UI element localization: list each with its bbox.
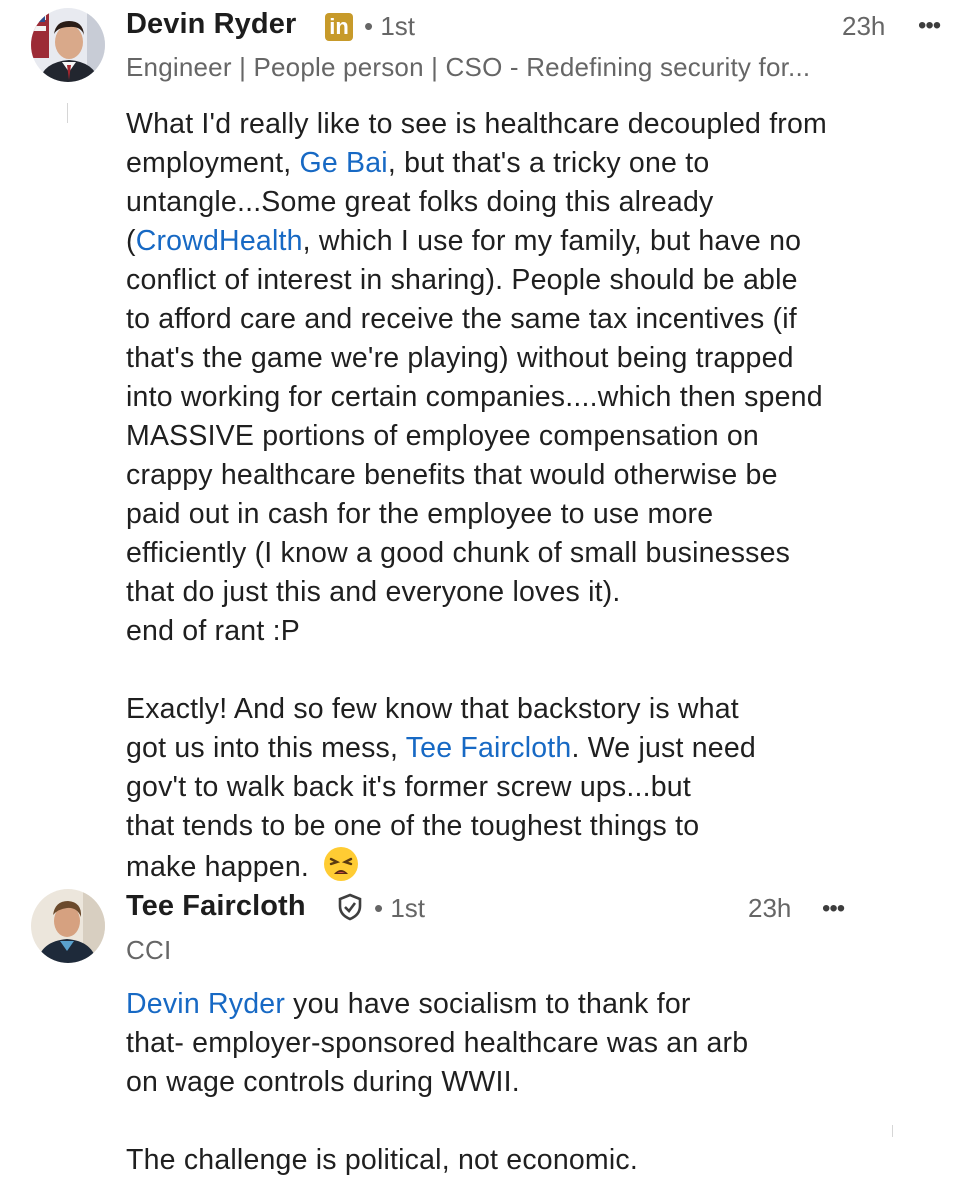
mention-link[interactable]: Tee Faircloth — [406, 732, 572, 764]
body-line: end of rant :P — [126, 612, 827, 651]
body-text: make happen. — [126, 851, 318, 883]
body-line: untangle...Some great folks doing this a… — [126, 183, 827, 222]
body-text: untangle...Some great folks doing this a… — [126, 186, 714, 218]
body-line: conflict of interest in sharing). People… — [126, 261, 827, 300]
body-line: to afford care and receive the same tax … — [126, 300, 827, 339]
body-line: got us into this mess, Tee Faircloth. We… — [126, 729, 827, 768]
body-line: that's the game we're playing) without b… — [126, 339, 827, 378]
thread-line — [67, 103, 68, 123]
body-line: make happen. — [126, 846, 827, 893]
body-text: got us into this mess, — [126, 732, 406, 764]
body-text: end of rant :P — [126, 615, 300, 647]
timestamp: 23h — [842, 11, 886, 41]
body-text: , which I use for my family, but have no — [302, 225, 802, 257]
verified-shield-icon — [337, 893, 363, 921]
body-text: crappy healthcare benefits that would ot… — [126, 459, 778, 491]
comment-body: What I'd really like to see is healthcar… — [126, 105, 827, 893]
body-text: , but that's a tricky one to — [387, 147, 710, 179]
body-line: that- employer-sponsored healthcare was … — [126, 1024, 748, 1063]
body-text: ( — [126, 225, 136, 257]
more-options-button[interactable]: ••• — [918, 12, 941, 40]
body-text: Exactly! And so few know that backstory … — [126, 693, 739, 725]
body-line: that tends to be one of the toughest thi… — [126, 807, 827, 846]
body-text: What I'd really like to see is healthcar… — [126, 108, 827, 140]
body-text: employment, — [126, 147, 300, 179]
body-text: that- employer-sponsored healthcare was … — [126, 1027, 749, 1059]
author-name[interactable]: Tee Faircloth — [126, 890, 306, 923]
body-text: that tends to be one of the toughest thi… — [126, 810, 700, 842]
body-line: MASSIVE portions of employee compensatio… — [126, 417, 827, 456]
body-text: conflict of interest in sharing). People… — [126, 264, 798, 296]
body-line: Exactly! And so few know that backstory … — [126, 690, 827, 729]
body-line: What I'd really like to see is healthcar… — [126, 105, 827, 144]
comment-body: Devin Ryder you have socialism to thank … — [126, 985, 748, 1180]
body-text: MASSIVE portions of employee compensatio… — [126, 420, 759, 452]
body-text: you have socialism to thank for — [285, 988, 691, 1020]
mention-link[interactable]: CrowdHealth — [136, 225, 303, 257]
body-text: paid out in cash for the employee to use… — [126, 498, 714, 530]
body-line: into working for certain companies....wh… — [126, 378, 827, 417]
body-text: into working for certain companies....wh… — [126, 381, 823, 413]
body-line: The challenge is political, not economic… — [126, 1141, 748, 1180]
body-text: . We just need — [571, 732, 756, 764]
body-text: to afford care and receive the same tax … — [126, 303, 797, 335]
body-text: that do just this and everyone loves it)… — [126, 576, 621, 608]
body-line: that do just this and everyone loves it)… — [126, 573, 827, 612]
avatar-tee-faircloth[interactable] — [31, 889, 105, 963]
body-text: on wage controls during WWII. — [126, 1066, 520, 1098]
divider-tick — [892, 1125, 893, 1137]
body-line: efficiently (I know a good chunk of smal… — [126, 534, 827, 573]
mention-link[interactable]: Ge Bai — [299, 147, 387, 179]
body-line: Devin Ryder you have socialism to thank … — [126, 985, 748, 1024]
linkedin-premium-icon: in — [325, 13, 353, 41]
author-name[interactable]: Devin Ryder — [126, 8, 296, 41]
connection-degree: • 1st — [364, 11, 416, 41]
body-text: gov't to walk back it's former screw ups… — [126, 771, 691, 803]
body-line: on wage controls during WWII. — [126, 1063, 748, 1102]
avatar-devin-ryder[interactable] — [31, 8, 105, 82]
body-line: paid out in cash for the employee to use… — [126, 495, 827, 534]
mention-link[interactable]: Devin Ryder — [126, 988, 285, 1020]
body-line: (CrowdHealth, which I use for my family,… — [126, 222, 827, 261]
more-options-button[interactable]: ••• — [822, 895, 845, 923]
body-line: crappy healthcare benefits that would ot… — [126, 456, 827, 495]
body-text: efficiently (I know a good chunk of smal… — [126, 537, 791, 569]
connection-degree: • 1st — [374, 893, 426, 923]
body-text: The challenge is political, not economic… — [126, 1144, 638, 1176]
timestamp: 23h — [748, 893, 792, 923]
tired-face-emoji — [323, 846, 359, 893]
body-line: employment, Ge Bai, but that's a tricky … — [126, 144, 827, 183]
author-headline: Engineer | People person | CSO - Redefin… — [126, 52, 811, 82]
author-headline: CCI — [126, 935, 172, 965]
body-line: gov't to walk back it's former screw ups… — [126, 768, 827, 807]
body-text: that's the game we're playing) without b… — [126, 342, 794, 374]
